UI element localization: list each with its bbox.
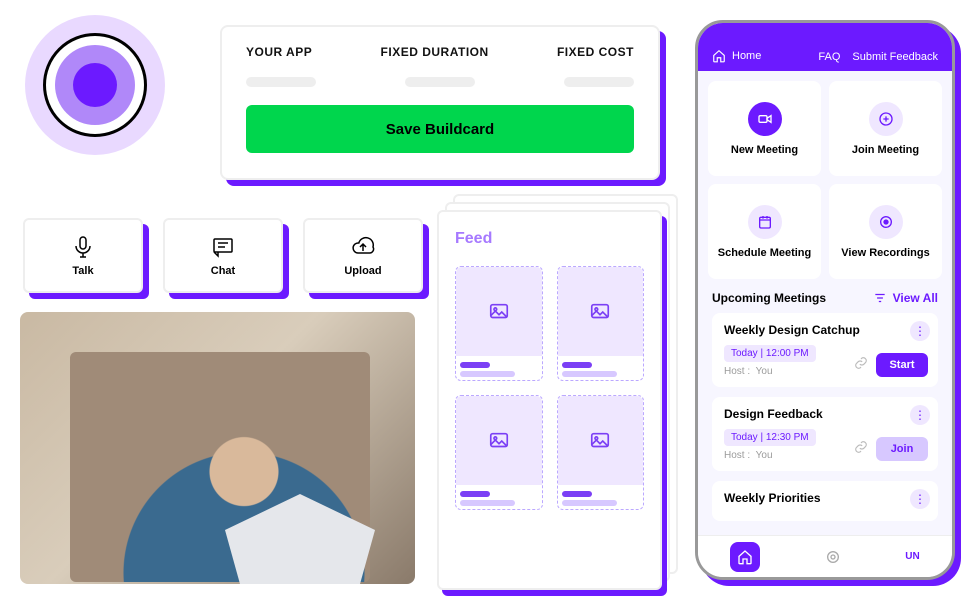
- cloud-upload-icon: [351, 235, 375, 259]
- video-icon: [748, 102, 782, 136]
- upcoming-heading: Upcoming Meetings: [712, 291, 826, 305]
- phone-header: Home FAQ Submit Feedback: [698, 23, 952, 71]
- faq-link[interactable]: FAQ: [818, 51, 840, 63]
- buildcard-panel: YOUR APP FIXED DURATION FIXED COST Save …: [220, 25, 660, 180]
- home-label: Home: [732, 50, 761, 62]
- new-meeting-tile[interactable]: New Meeting: [708, 81, 821, 176]
- nav-home-button[interactable]: [730, 542, 760, 572]
- join-meeting-tile[interactable]: Join Meeting: [829, 81, 942, 176]
- upload-label: Upload: [344, 265, 381, 277]
- home-link[interactable]: Home: [712, 49, 761, 63]
- talk-label: Talk: [72, 265, 93, 277]
- meeting-join-button[interactable]: Join: [876, 437, 928, 461]
- meeting-card: Design Feedback ⋮Today | 12:30 PM Host :…: [712, 397, 938, 471]
- link-icon[interactable]: [854, 440, 868, 459]
- schedule-meeting-tile[interactable]: Schedule Meeting: [708, 184, 821, 279]
- chat-card[interactable]: Chat: [163, 218, 283, 293]
- phone-mockup: Home FAQ Submit Feedback New Meeting Joi…: [695, 20, 955, 580]
- meeting-card: Weekly Priorities ⋮: [712, 481, 938, 521]
- feed-tile[interactable]: [557, 266, 645, 381]
- home-icon: [712, 49, 726, 63]
- microphone-icon: [71, 235, 95, 259]
- skeleton-bar: [405, 77, 475, 87]
- meeting-menu-button[interactable]: ⋮: [910, 489, 930, 509]
- meeting-title: Design Feedback: [724, 407, 928, 421]
- buildcard-col-duration: FIXED DURATION: [381, 45, 489, 59]
- feed-tile[interactable]: [455, 266, 543, 381]
- view-recordings-tile[interactable]: View Recordings: [829, 184, 942, 279]
- image-icon: [488, 430, 510, 452]
- nav-record-icon[interactable]: [825, 549, 841, 565]
- tile-label: Schedule Meeting: [718, 247, 812, 259]
- buildcard-col-cost: FIXED COST: [557, 45, 634, 59]
- feed-title: Feed: [455, 230, 644, 248]
- hero-photo: [20, 312, 415, 584]
- feed-card-stack: Feed: [437, 210, 662, 590]
- meeting-title: Weekly Priorities: [724, 491, 928, 505]
- meeting-start-button[interactable]: Start: [876, 353, 928, 377]
- view-all-link[interactable]: View All: [873, 291, 938, 305]
- talk-card[interactable]: Talk: [23, 218, 143, 293]
- meeting-card: Weekly Design Catchup ⋮Today | 12:00 PM …: [712, 313, 938, 387]
- filter-icon: [873, 291, 887, 305]
- meeting-menu-button[interactable]: ⋮: [910, 321, 930, 341]
- bullseye-logo: [25, 15, 165, 155]
- buildcard-col-app: YOUR APP: [246, 45, 312, 59]
- chat-label: Chat: [211, 265, 235, 277]
- plus-circle-icon: [869, 102, 903, 136]
- image-icon: [589, 430, 611, 452]
- tile-label: View Recordings: [841, 247, 929, 259]
- save-buildcard-button[interactable]: Save Buildcard: [246, 105, 634, 153]
- image-icon: [589, 301, 611, 323]
- upload-card[interactable]: Upload: [303, 218, 423, 293]
- skeleton-bar: [246, 77, 316, 87]
- feed-card: Feed: [437, 210, 662, 590]
- meeting-title: Weekly Design Catchup: [724, 323, 928, 337]
- calendar-icon: [748, 205, 782, 239]
- feed-tile[interactable]: [455, 395, 543, 510]
- feed-tile[interactable]: [557, 395, 645, 510]
- record-icon: [869, 205, 903, 239]
- tile-label: Join Meeting: [852, 144, 919, 156]
- tile-label: New Meeting: [731, 144, 798, 156]
- link-icon[interactable]: [854, 356, 868, 375]
- meeting-menu-button[interactable]: ⋮: [910, 405, 930, 425]
- image-icon: [488, 301, 510, 323]
- nav-profile-initials[interactable]: UN: [905, 551, 919, 562]
- phone-bottom-nav: UN: [698, 535, 952, 577]
- meeting-time-badge: Today | 12:30 PM: [724, 429, 816, 446]
- action-cards-row: Talk Chat Upload: [23, 218, 423, 293]
- skeleton-bar: [564, 77, 634, 87]
- meeting-time-badge: Today | 12:00 PM: [724, 345, 816, 362]
- chat-icon: [211, 235, 235, 259]
- submit-feedback-link[interactable]: Submit Feedback: [852, 51, 938, 63]
- home-icon: [737, 549, 753, 565]
